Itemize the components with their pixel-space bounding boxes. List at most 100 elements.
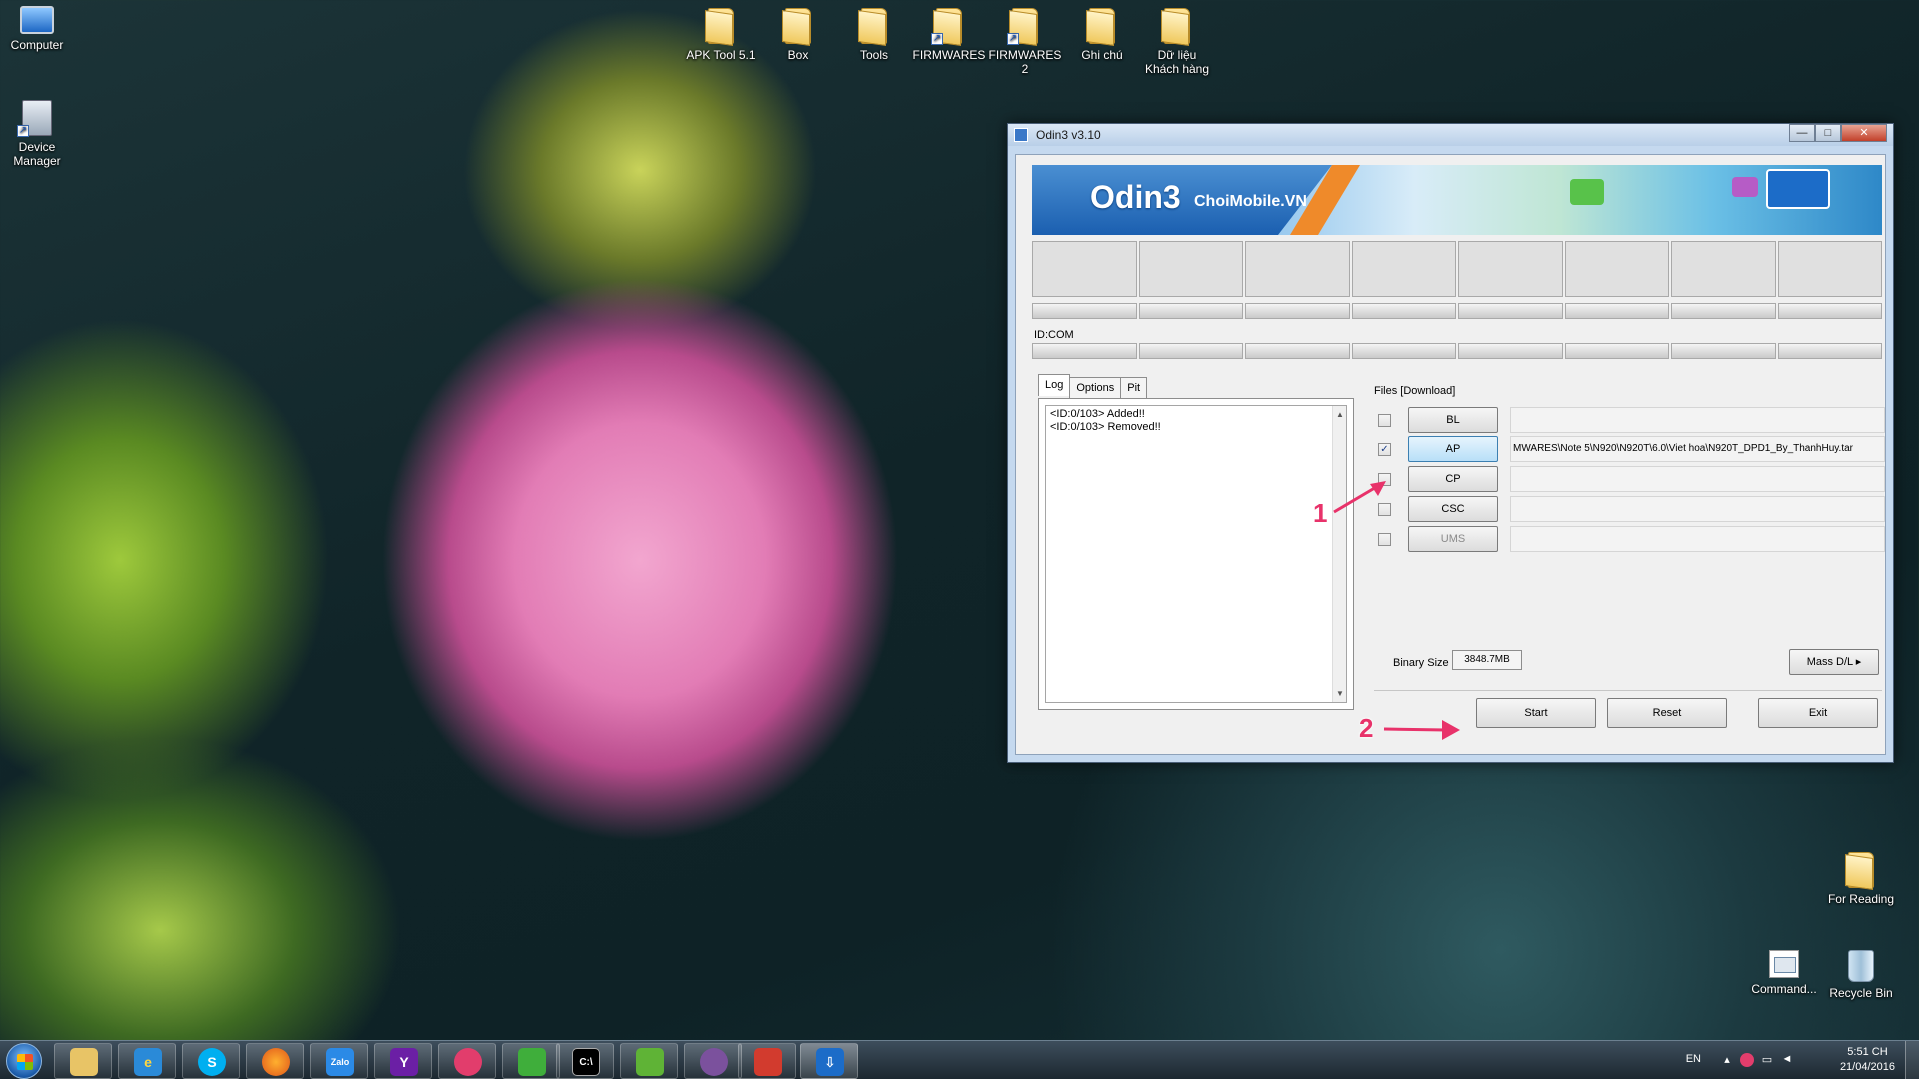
start-button[interactable] xyxy=(6,1043,42,1079)
folder-icon xyxy=(708,8,734,44)
desktop-icon-recycle-bin[interactable]: Recycle Bin xyxy=(1821,950,1901,1000)
taskbar-ie[interactable]: e xyxy=(118,1043,176,1079)
files-group-label: Files [Download] xyxy=(1374,385,1456,397)
odin-logo: Odin3 xyxy=(1090,179,1181,215)
start-button[interactable]: Start xyxy=(1476,698,1596,728)
bl-path-field[interactable] xyxy=(1510,407,1885,433)
desktop-icon-command[interactable]: Command... xyxy=(1744,950,1824,996)
exit-button[interactable]: Exit xyxy=(1758,698,1878,728)
desktop-icon-firmwares-2[interactable]: ↗ FIRMWARES 2 xyxy=(985,8,1065,76)
port-status-box xyxy=(1245,241,1350,297)
taskbar-zalo[interactable]: Zalo xyxy=(310,1043,368,1079)
bl-button[interactable]: BL xyxy=(1408,407,1498,433)
reset-button[interactable]: Reset xyxy=(1607,698,1727,728)
port-status-box xyxy=(1458,241,1563,297)
desktop-icon-for-reading[interactable]: For Reading xyxy=(1821,852,1901,906)
desktop-icon-firmwares[interactable]: ↗ FIRMWARES xyxy=(909,8,989,62)
maximize-button[interactable]: □ xyxy=(1815,124,1841,142)
odin-window: Odin3 v3.10 — □ ✕ Odin3 ChoiMobile.VN ID… xyxy=(1007,123,1894,763)
ap-path-field[interactable]: MWARES\Note 5\N920\N920T\6.0\Viet hoa\N9… xyxy=(1510,436,1885,462)
desktop-icon-label: Dữ liệu Khách hàng xyxy=(1144,48,1210,76)
csc-path-field[interactable] xyxy=(1510,496,1885,522)
log-scrollbar[interactable]: ▲ ▼ xyxy=(1332,406,1346,702)
window-client-area: Odin3 ChoiMobile.VN ID:COM Log Options P… xyxy=(1015,154,1886,755)
minimize-button[interactable]: — xyxy=(1789,124,1815,142)
clock[interactable]: 5:51 CH 21/04/2016 xyxy=(1840,1045,1895,1075)
tab-options[interactable]: Options xyxy=(1069,377,1122,399)
tray-expand-icon[interactable]: ▴ xyxy=(1720,1053,1734,1067)
taskbar-firefox[interactable] xyxy=(246,1043,304,1079)
taskbar-explorer[interactable] xyxy=(54,1043,112,1079)
desktop-icon-box[interactable]: Box xyxy=(758,8,838,62)
file-row-ap: ✓ AP MWARES\Note 5\N920\N920T\6.0\Viet h… xyxy=(1378,436,1890,464)
taskbar-skype[interactable]: S xyxy=(182,1043,240,1079)
port-grid: ID:COM xyxy=(1032,241,1882,359)
tray-app-icon[interactable] xyxy=(1740,1053,1754,1067)
window-titlebar[interactable]: Odin3 v3.10 — □ ✕ xyxy=(1008,124,1893,146)
zalo-icon: Zalo xyxy=(326,1048,354,1076)
taskbar-cmd[interactable]: C:\ xyxy=(556,1043,614,1079)
folder-icon xyxy=(1164,8,1190,44)
desktop-icon-label: APK Tool 5.1 xyxy=(686,48,756,62)
scroll-down-icon[interactable]: ▼ xyxy=(1336,687,1344,700)
port-progress-bar xyxy=(1564,303,1669,319)
ap-button[interactable]: AP xyxy=(1408,436,1498,462)
annotation-arrow-2 xyxy=(1383,720,1460,740)
file-row-ums: UMS xyxy=(1378,526,1890,554)
csc-button[interactable]: CSC xyxy=(1408,496,1498,522)
taskbar-odin[interactable]: ⇩ xyxy=(800,1043,858,1079)
scroll-up-icon[interactable]: ▲ xyxy=(1336,408,1344,421)
shortcut-arrow-icon: ↗ xyxy=(17,125,29,137)
idcom-field xyxy=(1671,343,1776,359)
desktop-icon-label: Command... xyxy=(1751,982,1817,996)
log-textarea[interactable]: <ID:0/103> Added!! <ID:0/103> Removed!! … xyxy=(1045,405,1347,703)
volume-icon[interactable]: ◄ xyxy=(1780,1053,1794,1067)
desktop-icon-du-lieu[interactable]: Dữ liệu Khách hàng xyxy=(1137,8,1217,76)
log-line: <ID:0/103> Added!! xyxy=(1050,408,1145,420)
window-title: Odin3 v3.10 xyxy=(1036,128,1101,142)
desktop-icon-label: Tools xyxy=(859,48,888,62)
taskbar-evernote[interactable] xyxy=(620,1043,678,1079)
desktop-icon-tools[interactable]: Tools xyxy=(834,8,914,62)
ums-path-field[interactable] xyxy=(1510,526,1885,552)
network-icon[interactable]: ▭ xyxy=(1760,1053,1774,1067)
idcom-field xyxy=(1138,343,1243,359)
ums-button[interactable]: UMS xyxy=(1408,526,1498,552)
clock-date: 21/04/2016 xyxy=(1839,1061,1895,1073)
skype-icon: S xyxy=(198,1048,226,1076)
download-icon xyxy=(1570,179,1604,205)
folder-icon xyxy=(70,1048,98,1076)
port-status-box xyxy=(1032,241,1137,297)
evernote-icon xyxy=(636,1048,664,1076)
taskbar-yahoo[interactable]: Y xyxy=(374,1043,432,1079)
folder-shortcut-icon: ↗ xyxy=(931,8,962,45)
desktop-icon-apk-tool[interactable]: APK Tool 5.1 xyxy=(681,8,761,62)
close-button[interactable]: ✕ xyxy=(1841,124,1887,142)
file-row-bl: BL xyxy=(1378,407,1890,435)
file-row-cp: CP xyxy=(1378,466,1890,494)
clock-time: 5:51 CH xyxy=(1847,1046,1888,1058)
desktop-icon-label: Recycle Bin xyxy=(1829,986,1893,1000)
port-progress-bar xyxy=(1245,303,1350,319)
desktop-icon-ghi-chu[interactable]: Ghi chú xyxy=(1062,8,1142,62)
desktop-icon-device-manager[interactable]: ↗ Device Manager xyxy=(0,100,77,168)
cp-path-field[interactable] xyxy=(1510,466,1885,492)
show-desktop-button[interactable] xyxy=(1905,1041,1919,1079)
taskbar-green-app[interactable] xyxy=(502,1043,560,1079)
taskbar-lips-app[interactable] xyxy=(438,1043,496,1079)
language-indicator[interactable]: EN xyxy=(1686,1053,1701,1065)
tab-pit[interactable]: Pit xyxy=(1120,377,1148,399)
ap-checkbox[interactable]: ✓ xyxy=(1378,443,1391,456)
banner-brand: ChoiMobile.VN xyxy=(1194,193,1307,210)
taskbar: e S Zalo Y C:\ ⇩ EN ▴ ▭ ◄ 5:51 CH 21/04/… xyxy=(0,1040,1919,1079)
taskbar-toolbox[interactable] xyxy=(738,1043,796,1079)
bl-checkbox[interactable] xyxy=(1378,414,1391,427)
port-progress-bar xyxy=(1777,303,1882,319)
cp-button[interactable]: CP xyxy=(1408,466,1498,492)
desktop-icon-computer[interactable]: Computer xyxy=(0,6,77,52)
ums-checkbox[interactable] xyxy=(1378,533,1391,546)
idcom-field xyxy=(1777,343,1882,359)
mass-dl-button[interactable]: Mass D/L ▸ xyxy=(1789,649,1879,675)
tab-log[interactable]: Log xyxy=(1038,374,1071,396)
taskbar-viber[interactable] xyxy=(684,1043,742,1079)
